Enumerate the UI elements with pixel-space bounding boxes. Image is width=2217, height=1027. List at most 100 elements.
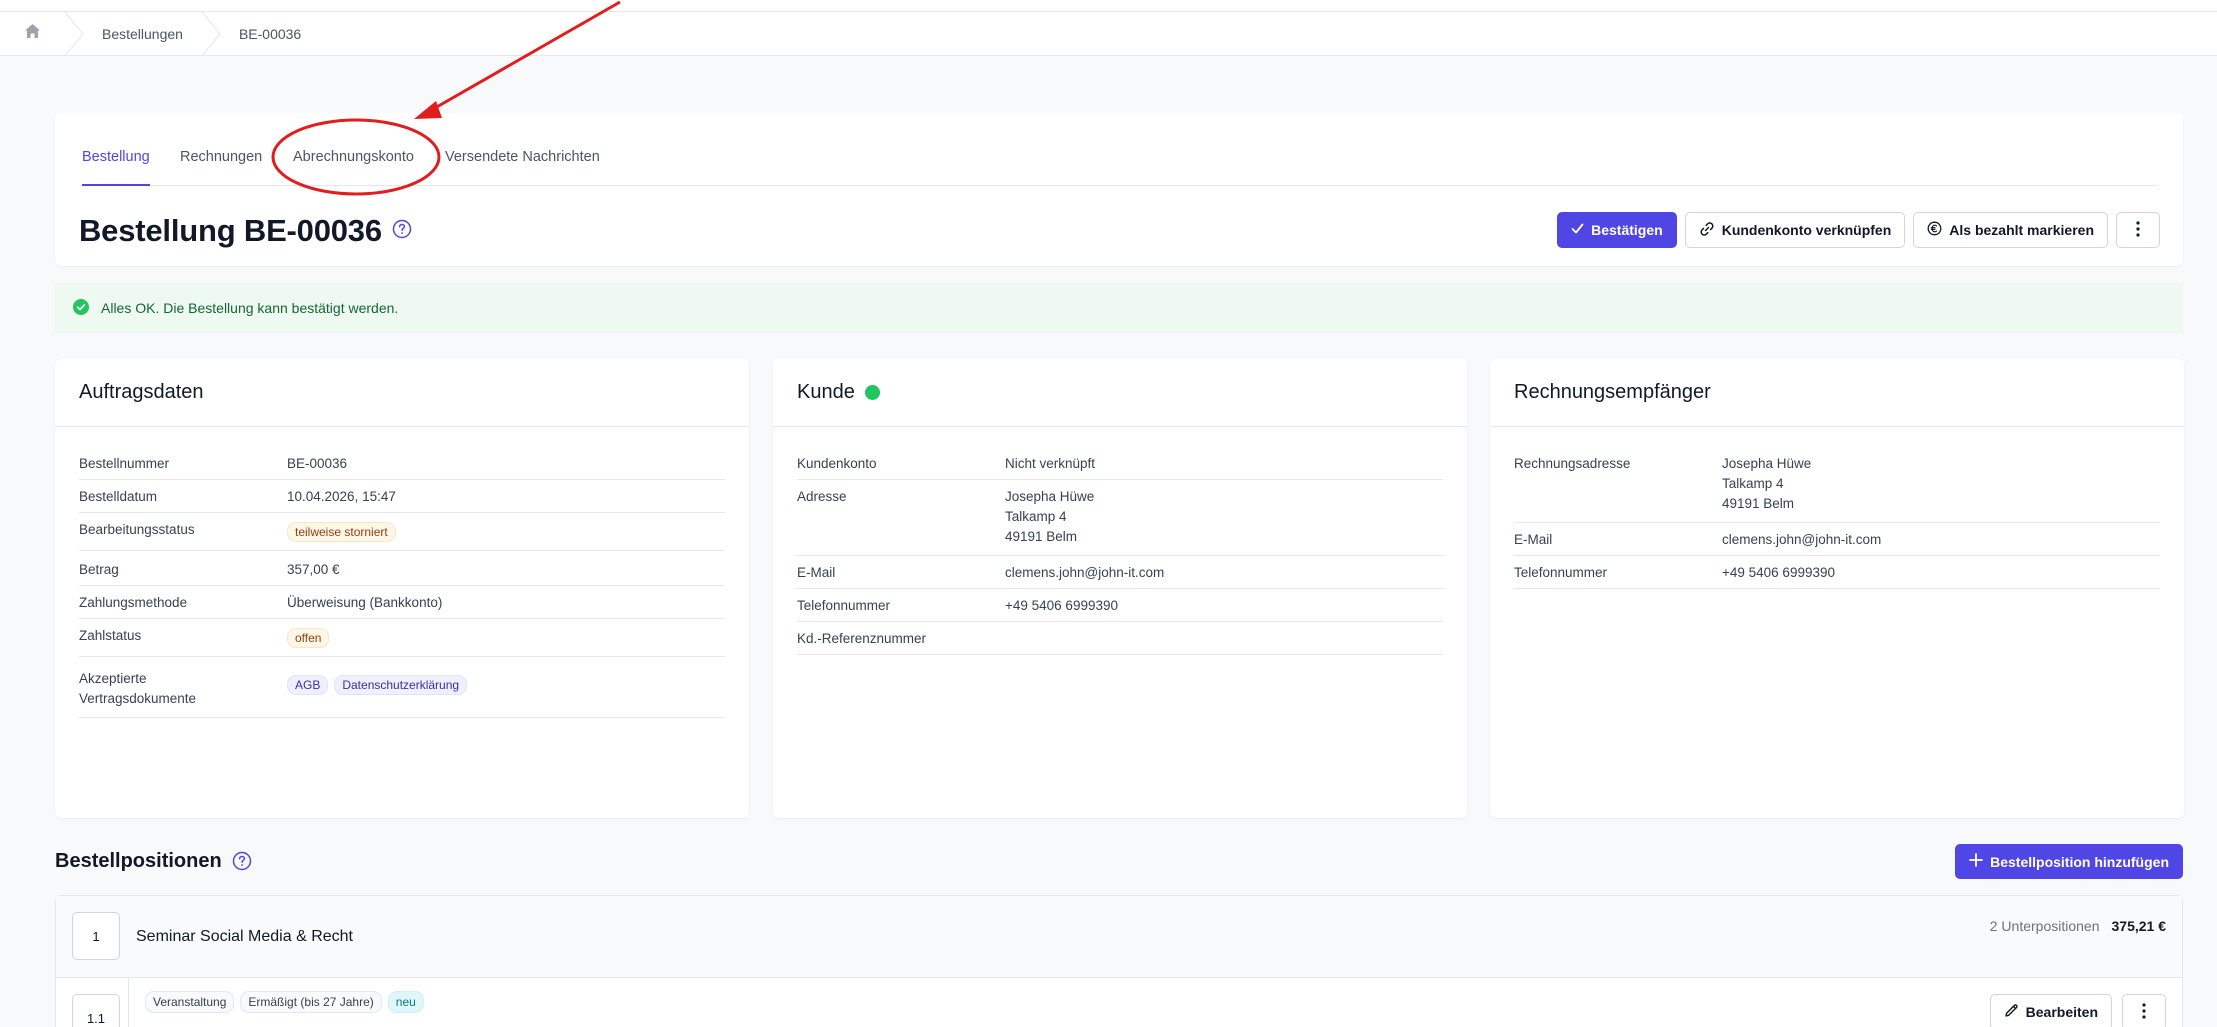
- detail-label: Bestellnummer: [79, 456, 170, 471]
- detail-label: Kd.-Referenznummer: [797, 631, 927, 646]
- check-circle-icon: [73, 298, 89, 318]
- positions-header: Bestellpositionen Bestellposition hinzuf…: [55, 843, 2183, 879]
- detail-row: Bestellnummer BE-00036: [79, 447, 725, 480]
- detail-label: Betrag: [79, 562, 119, 577]
- sub-position-actions: Bearbeiten: [1989, 994, 2166, 1027]
- breadcrumb-bestellungen[interactable]: Bestellungen: [84, 12, 201, 56]
- chip-tariff: Ermäßigt (bis 27 Jahre): [240, 991, 382, 1013]
- detail-value: clemens.john@john-it.com: [1005, 565, 1165, 580]
- breadcrumb: Bestellungen BE-00036: [0, 11, 2217, 56]
- more-vertical-icon: [2136, 220, 2140, 240]
- edit-button[interactable]: Bearbeiten: [1989, 994, 2112, 1027]
- position-row[interactable]: 1 Seminar Social Media & Recht 2 Unterpo…: [56, 896, 2182, 978]
- address-line: Talkamp 4: [1722, 476, 1784, 491]
- link-icon: [1699, 221, 1715, 240]
- status-indicator: [864, 385, 880, 400]
- help-icon[interactable]: [392, 219, 412, 239]
- position-number: 1: [72, 912, 120, 960]
- page-title-row: Bestellung BE-00036: [79, 211, 412, 251]
- address-line: 49191 Belm: [1722, 496, 1795, 511]
- detail-row: Telefonnummer +49 5406 6999390: [1514, 556, 2160, 589]
- pencil-icon: [2004, 1003, 2019, 1021]
- detail-row: Akzeptierte Vertragsdokumente AGB Datensch…: [79, 657, 725, 718]
- detail-value: 357,00 €: [287, 562, 340, 577]
- header-actions: Bestätigen Kundenkonto verknüpfen Als be…: [1557, 212, 2160, 248]
- position-price: 375,21 €: [2111, 918, 2167, 934]
- document-badge-agb[interactable]: AGB: [287, 675, 329, 695]
- sub-position-count: 2 Unterpositionen: [1989, 918, 2100, 934]
- detail-value: 10.04.2026, 15:47: [287, 489, 396, 504]
- help-icon[interactable]: [232, 851, 252, 871]
- detail-row: Rechnungsadresse Josepha Hüwe Talkamp 4 491…: [1514, 447, 2160, 523]
- detail-value: +49 5406 6999390: [1005, 598, 1118, 613]
- kunde-card: Kunde Kundenkonto Nicht verknüpft Adresse…: [773, 359, 1467, 818]
- detail-row: Kundenkonto Nicht verknüpft: [797, 447, 1443, 480]
- detail-label: Telefonnummer: [797, 598, 891, 613]
- confirm-button[interactable]: Bestätigen: [1557, 212, 1677, 248]
- top-bar: [0, 0, 2217, 12]
- detail-label: E-Mail: [797, 565, 836, 580]
- home-link[interactable]: [0, 12, 64, 56]
- detail-value: BE-00036: [287, 456, 348, 471]
- check-icon: [1571, 222, 1584, 238]
- tab-abrechnungskonto[interactable]: Abrechnungskonto: [293, 149, 414, 186]
- detail-label: Adresse: [797, 489, 847, 504]
- more-actions-button[interactable]: [2122, 994, 2166, 1027]
- detail-label: Telefonnummer: [1514, 565, 1608, 580]
- breadcrumb-current: BE-00036: [238, 25, 302, 42]
- tab-bestellung[interactable]: Bestellung: [82, 149, 150, 186]
- detail-row: Zahlstatus offen: [79, 619, 725, 657]
- detail-row: Bearbeitungsstatus teilweise storniert: [79, 513, 725, 551]
- status-alert: Alles OK. Die Bestellung kann bestätigt …: [55, 283, 2183, 333]
- tab-rechnungen[interactable]: Rechnungen: [180, 149, 262, 186]
- payment-status-badge: offen: [287, 628, 330, 648]
- address-line: Josepha Hüwe: [1722, 456, 1812, 471]
- detail-label: Zahlstatus: [79, 628, 142, 643]
- add-position-button[interactable]: Bestellposition hinzufügen: [1955, 844, 2183, 879]
- breadcrumb-separator: [64, 11, 84, 56]
- position-card: 1 Seminar Social Media & Recht 2 Unterpo…: [55, 895, 2183, 1027]
- detail-label: Akzeptierte Vertragsdokumente: [79, 671, 197, 706]
- more-actions-button[interactable]: [2116, 212, 2160, 248]
- euro-icon: [1927, 221, 1942, 239]
- status-badge: teilweise storniert: [287, 522, 396, 542]
- mark-paid-label: Als bezahlt markieren: [1949, 222, 2094, 238]
- detail-value: [1005, 631, 1443, 646]
- position-meta: 2 Unterpositionen 375,21 €: [1990, 918, 2166, 934]
- tab-bar: Bestellung Rechnungen Abrechnungskonto V…: [82, 113, 2158, 186]
- detail-label: Rechnungsadresse: [1514, 456, 1631, 471]
- detail-label: Zahlungsmethode: [79, 595, 188, 610]
- detail-row: E-Mail clemens.john@john-it.com: [797, 556, 1443, 589]
- document-badge-datenschutz[interactable]: Datenschutzerklärung: [334, 675, 468, 695]
- link-account-label: Kundenkonto verknüpfen: [1721, 222, 1892, 238]
- link-account-button[interactable]: Kundenkonto verknüpfen: [1684, 212, 1906, 248]
- detail-row: Zahlungsmethode Überweisung (Bankkonto): [79, 586, 725, 619]
- plus-icon: [1969, 853, 1984, 870]
- detail-value: +49 5406 6999390: [1722, 565, 1835, 580]
- confirm-label: Bestätigen: [1591, 222, 1663, 238]
- detail-row: Bestelldatum 10.04.2026, 15:47: [79, 480, 725, 513]
- card-title: Rechnungsempfänger: [1514, 381, 1711, 403]
- tab-versendete-nachrichten[interactable]: Versendete Nachrichten: [445, 149, 600, 186]
- section-title: Bestellpositionen: [55, 849, 222, 872]
- card-title: Kunde: [797, 381, 855, 403]
- detail-row: Telefonnummer +49 5406 6999390: [797, 589, 1443, 622]
- chip-status: neu: [387, 991, 424, 1013]
- address-line: 49191 Belm: [1005, 529, 1078, 544]
- more-vertical-icon: [2142, 1002, 2146, 1022]
- detail-row: Betrag 357,00 €: [79, 551, 725, 586]
- detail-label: Bestelldatum: [79, 489, 158, 504]
- address-line: Talkamp 4: [1005, 509, 1067, 524]
- detail-label: E-Mail: [1514, 532, 1553, 547]
- auftragsdaten-card: Auftragsdaten Bestellnummer BE-00036 Best…: [55, 359, 749, 818]
- detail-row: E-Mail clemens.john@john-it.com: [1514, 523, 2160, 556]
- mark-paid-button[interactable]: Als bezahlt markieren: [1913, 212, 2108, 248]
- detail-row: Kd.-Referenznummer: [797, 622, 1443, 655]
- chip-type: Veranstaltung: [145, 991, 235, 1013]
- detail-value: clemens.john@john-it.com: [1722, 532, 1882, 547]
- card-title: Auftragsdaten: [79, 381, 204, 403]
- card-header: Kunde: [773, 359, 1467, 427]
- order-header-card: Bestellung Rechnungen Abrechnungskonto V…: [55, 113, 2183, 266]
- detail-value: Überweisung (Bankkonto): [287, 595, 443, 610]
- sub-position-chips: Veranstaltung Ermäßigt (bis 27 Jahre) neu: [145, 991, 430, 1013]
